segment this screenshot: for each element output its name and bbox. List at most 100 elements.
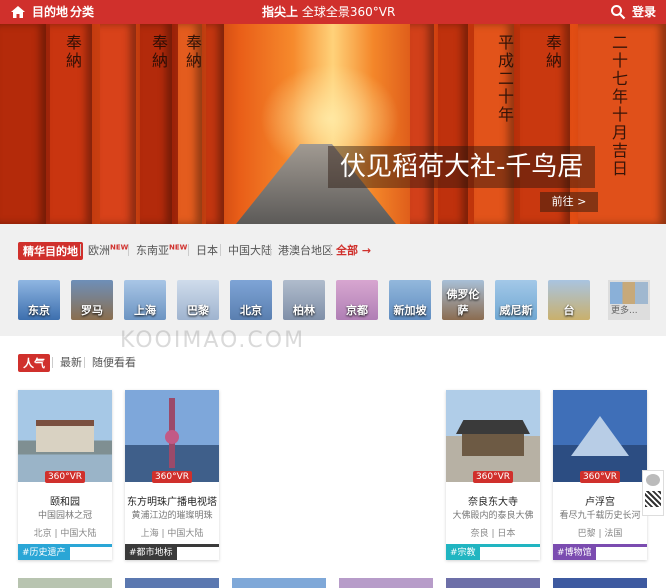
more-label: 更多...: [611, 306, 638, 316]
sort-divider: [84, 357, 85, 368]
search-icon[interactable]: [610, 4, 626, 20]
louvre-pyramid: [571, 416, 629, 456]
tab-southeast-asia[interactable]: 东南亚NEW: [136, 242, 187, 258]
city-label: 罗马: [81, 304, 103, 317]
city-tile-berlin[interactable]: 柏林: [283, 280, 325, 320]
city-tile-taiwan[interactable]: 台: [548, 280, 590, 320]
vr-badge: 360°VR: [45, 471, 85, 483]
city-tile-beijing[interactable]: 北京: [230, 280, 272, 320]
login-link[interactable]: 登录: [632, 3, 656, 20]
scene-location: 上海 | 中国大陆: [140, 529, 204, 539]
scene-card[interactable]: 360°VR 奈良东大寺 大佛殿内的泰良大佛 奈良 | 日本 #宗教: [446, 390, 540, 560]
city-tile-rome[interactable]: 罗马: [71, 280, 113, 320]
city-tile-kyoto[interactable]: 京都: [336, 280, 378, 320]
qr-code-icon: [645, 491, 661, 507]
sort-random[interactable]: 随便看看: [92, 354, 136, 370]
new-badge: NEW: [169, 243, 188, 252]
tab-hk-macau-taiwan[interactable]: 港澳台地区: [278, 242, 333, 258]
tab-japan[interactable]: 日本: [196, 242, 218, 258]
city-label: 京都: [346, 304, 368, 317]
scene-subtitle: 中国园林之冠: [37, 511, 92, 521]
vr-badge: 360°VR: [580, 471, 620, 483]
scene-thumbnail: [125, 390, 219, 482]
tab-divider: [188, 244, 189, 256]
vr-badge: 360°VR: [473, 471, 513, 483]
watermark: KOOIMAO.COM: [120, 328, 306, 353]
city-tile-singapore[interactable]: 新加坡: [389, 280, 431, 320]
destination-section: 精华目的地 欧洲NEW 东南亚NEW 日本 中国大陆 港澳台地区 全部 → 东京…: [0, 228, 666, 332]
top-bar: 目的地 分类 指尖上 全球全景360°VR 登录: [0, 0, 666, 24]
scene-tag[interactable]: #历史遗产: [18, 546, 70, 560]
city-tile-florence[interactable]: 佛罗伦萨: [442, 280, 484, 320]
scene-tag[interactable]: #博物馆: [553, 546, 596, 560]
next-card-peek[interactable]: [553, 578, 647, 588]
marble-boat: [36, 420, 94, 452]
city-label: 柏林: [293, 304, 315, 317]
home-icon[interactable]: [10, 4, 26, 20]
temple-hall: [462, 434, 524, 456]
city-label: 佛罗伦萨: [446, 288, 480, 317]
next-card-peek[interactable]: [339, 578, 433, 588]
city-label: 台: [563, 304, 575, 317]
nav-destination[interactable]: 目的地: [32, 3, 68, 20]
scene-title: 奈良东大寺: [468, 497, 518, 508]
tab-divider: [220, 244, 221, 256]
scene-subtitle: 黄浦江边的璀璨明珠: [131, 511, 213, 521]
tab-all[interactable]: 全部 →: [336, 242, 371, 258]
tab-divider: [80, 244, 81, 256]
sort-popular[interactable]: 人气: [18, 354, 50, 372]
city-label: 上海: [134, 304, 156, 317]
scene-title: 卢浮宫: [585, 497, 615, 508]
scene-card[interactable]: 360°VR 颐和园 中国园林之冠 北京 | 中国大陆 #历史遗产: [18, 390, 112, 560]
gate-inscription: 奉納: [63, 34, 82, 70]
hero-banner[interactable]: 奉納 奉納 奉納 平成二十年 奉納 二十七年十月吉日 伏见稻荷大社-千鸟居 前往…: [0, 24, 666, 224]
city-tile-shanghai[interactable]: 上海: [124, 280, 166, 320]
city-tile-paris[interactable]: 巴黎: [177, 280, 219, 320]
hero-caption: 伏见稻荷大社-千鸟居: [328, 146, 596, 188]
next-card-peek[interactable]: [232, 578, 326, 588]
next-card-peek[interactable]: [446, 578, 540, 588]
gate-inscription: 奉納: [149, 34, 168, 70]
torii-gate-3: [100, 24, 136, 224]
brand-rest: 全球全景360°VR: [301, 5, 396, 19]
share-widget[interactable]: [642, 470, 664, 516]
tab-divider: [128, 244, 129, 256]
tower-sphere: [165, 430, 179, 444]
sort-latest[interactable]: 最新: [60, 354, 82, 370]
city-tile-venice[interactable]: 威尼斯: [495, 280, 537, 320]
scene-thumbnail: [553, 390, 647, 482]
gate-inscription: 奉納: [183, 34, 202, 70]
nav-category[interactable]: 分类: [70, 3, 94, 20]
city-tile-tokyo[interactable]: 东京: [18, 280, 60, 320]
scene-tag[interactable]: #都市地标: [125, 546, 177, 560]
scene-location: 巴黎 | 法国: [577, 529, 623, 539]
scene-thumbnail: [446, 390, 540, 482]
gate-inscription: 平成二十年: [495, 34, 514, 124]
scene-card[interactable]: 360°VR 东方明珠广播电视塔 黄浦江边的璀璨明珠 上海 | 中国大陆 #都市…: [125, 390, 219, 560]
gate-inscription: 奉納: [543, 34, 562, 70]
tab-europe[interactable]: 欧洲NEW: [88, 242, 128, 258]
gate-inscription: 二十七年十月吉日: [609, 34, 628, 178]
torii-gate-8: [438, 24, 468, 224]
more-cities-tile[interactable]: 更多...: [608, 280, 650, 320]
city-label: 北京: [240, 304, 262, 317]
next-card-peek[interactable]: [18, 578, 112, 588]
scene-card[interactable]: 360°VR 卢浮宫 看尽九千载历史长河 巴黎 | 法国 #博物馆: [553, 390, 647, 560]
city-label: 巴黎: [187, 304, 209, 317]
scene-subtitle: 大佛殿内的泰良大佛: [452, 511, 534, 521]
next-card-peek[interactable]: [125, 578, 219, 588]
city-label: 新加坡: [393, 304, 427, 317]
scene-tag[interactable]: #宗教: [446, 546, 480, 560]
tab-sea-label: 东南亚: [136, 244, 169, 257]
city-label: 威尼斯: [499, 304, 533, 317]
sort-divider: [52, 357, 53, 368]
tab-featured[interactable]: 精华目的地: [18, 242, 83, 260]
brand-bold: 指尖上: [262, 5, 299, 19]
tab-china[interactable]: 中国大陆: [228, 242, 272, 258]
hero-goto-button[interactable]: 前往 >: [540, 192, 598, 212]
torii-gate-6: [206, 24, 224, 224]
scene-location: 奈良 | 日本: [470, 529, 516, 539]
scene-list: 人气 最新 随便看看 360°VR 颐和园 中国园林之冠 北京 | 中国大陆 #…: [0, 328, 666, 588]
wechat-icon[interactable]: [646, 474, 660, 486]
scene-title: 东方明珠广播电视塔: [127, 497, 217, 508]
